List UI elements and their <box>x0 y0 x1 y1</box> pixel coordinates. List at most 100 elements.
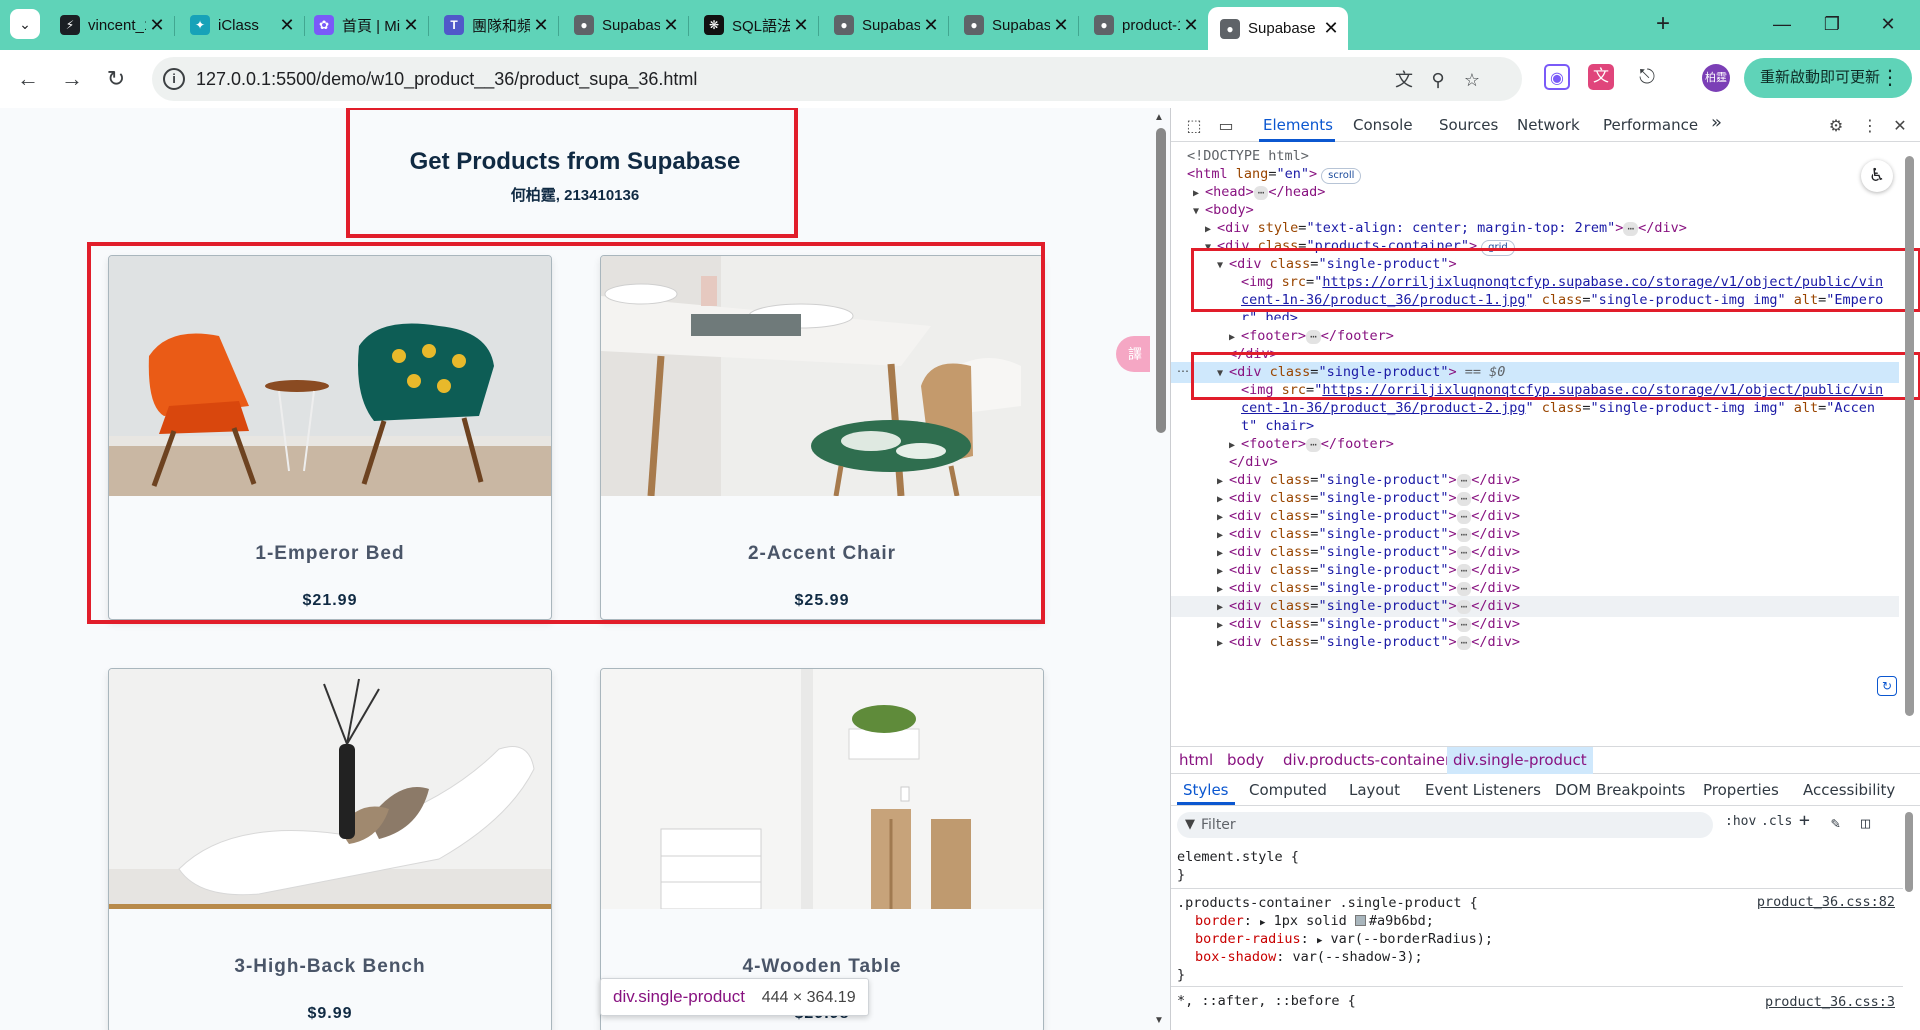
bookmark-star-icon[interactable]: ☆ <box>1460 68 1484 92</box>
browser-tab[interactable]: ● Supabase✕ <box>822 8 948 42</box>
dom-line[interactable]: ▶ <div class="single-product"> ⋯ </div> <box>1171 632 1899 653</box>
settings-gear-icon[interactable]: ⚙ <box>1825 115 1847 137</box>
tab-event-listeners[interactable]: Event Listeners <box>1425 781 1541 799</box>
close-tab-icon[interactable]: ✕ <box>276 15 298 36</box>
element-style-rule[interactable]: element.style { <box>1177 848 1299 866</box>
browser-tab[interactable]: ✦ iClass ✕ <box>178 8 304 42</box>
close-tab-icon[interactable]: ✕ <box>530 15 552 36</box>
breadcrumb-html[interactable]: html <box>1173 747 1219 774</box>
close-tab-icon[interactable]: ✕ <box>920 15 942 36</box>
styles-filter-input[interactable]: ▼ Filter <box>1177 812 1713 838</box>
browser-tab[interactable]: ● Supabase✕ <box>952 8 1078 42</box>
profile-avatar[interactable]: 柏霆 <box>1702 64 1730 92</box>
browser-tab[interactable]: ● Supabase✕ <box>1208 7 1348 50</box>
extension-lens-icon[interactable]: ◉ <box>1544 64 1570 90</box>
add-rule-icon[interactable]: + <box>1799 810 1810 831</box>
scroll-down-icon[interactable]: ▼ <box>1154 1015 1164 1026</box>
page-scrollbar[interactable]: ▲ ▼ <box>1150 108 1170 1030</box>
breadcrumb-container[interactable]: div.products-container <box>1277 747 1457 774</box>
close-tab-icon[interactable]: ✕ <box>1320 18 1342 39</box>
tab-accessibility[interactable]: Accessibility <box>1803 781 1895 799</box>
css-declaration[interactable]: box-shadow: var(--shadow-3); <box>1177 948 1423 966</box>
translate-pill-button[interactable]: 譯 <box>1116 336 1150 372</box>
ellipsis-icon[interactable]: ⋯ <box>1456 618 1472 632</box>
back-button[interactable]: ← <box>12 63 44 95</box>
breadcrumb-body[interactable]: body <box>1221 747 1270 774</box>
url-text[interactable]: 127.0.0.1:5500/demo/w10_product__36/prod… <box>196 69 697 90</box>
more-vert-icon[interactable]: ⋮ <box>1859 115 1881 137</box>
browser-tab[interactable]: ⚡ vincent_1r✕ <box>48 8 174 42</box>
minimize-button[interactable]: — <box>1762 8 1802 40</box>
rule-source-link[interactable]: product_36.css:82 <box>1757 894 1895 910</box>
browser-tab[interactable]: T 團隊和頻道✕ <box>432 8 558 42</box>
close-tab-icon[interactable]: ✕ <box>400 15 422 36</box>
product-card[interactable]: 4-Wooden Table $29.98 <box>600 668 1044 1030</box>
dom-scrollbar[interactable] <box>1899 146 1919 736</box>
expand-triangle-icon[interactable]: ▶ <box>1217 633 1229 654</box>
restore-button[interactable]: ❐ <box>1812 8 1852 40</box>
tab-layout[interactable]: Layout <box>1349 781 1400 799</box>
new-tab-button[interactable]: + <box>1648 10 1678 38</box>
ellipsis-icon[interactable]: ⋯ <box>1306 330 1321 344</box>
close-tab-icon[interactable]: ✕ <box>790 15 812 36</box>
close-tab-icon[interactable]: ✕ <box>660 15 682 36</box>
reload-button[interactable]: ↻ <box>100 63 132 95</box>
forward-button[interactable]: → <box>56 63 88 95</box>
scroll-thumb[interactable] <box>1156 128 1166 433</box>
browser-tab[interactable]: ● product-1 ✕ <box>1082 8 1208 42</box>
tab-computed[interactable]: Computed <box>1249 781 1327 799</box>
tab-elements[interactable]: Elements <box>1263 116 1333 134</box>
scroll-to-selected-icon[interactable]: ↻ <box>1877 676 1897 696</box>
toggle-sidebar-icon[interactable]: ◫ <box>1861 814 1870 832</box>
ellipsis-icon[interactable]: ⋯ <box>1456 564 1472 578</box>
rule-selector[interactable]: *, ::after, ::before { <box>1177 992 1356 1010</box>
rule-source-link[interactable]: product_36.css:3 <box>1765 994 1895 1010</box>
css-declaration[interactable]: border-radius: ▶ var(--borderRadius); <box>1177 930 1493 948</box>
ellipsis-icon[interactable]: ⋯ <box>1306 438 1321 452</box>
dom-scroll-thumb[interactable] <box>1905 156 1914 716</box>
close-tab-icon[interactable]: ✕ <box>1180 15 1202 36</box>
zoom-icon[interactable]: ⚲ <box>1426 68 1450 92</box>
browser-tab[interactable]: ❋ SQL語法範✕ <box>692 8 818 42</box>
accessibility-icon[interactable]: ♿ <box>1861 160 1893 192</box>
ellipsis-icon[interactable]: ⋯ <box>1253 186 1269 200</box>
browser-tab[interactable]: ✿ 首頁 | Mic✕ <box>302 8 428 42</box>
cls-toggle[interactable]: .cls <box>1761 814 1792 829</box>
ellipsis-icon[interactable]: ⋯ <box>1456 600 1472 614</box>
dom-line-more-icon[interactable]: ⋯ <box>1177 364 1189 378</box>
ellipsis-icon[interactable]: ⋯ <box>1456 582 1472 596</box>
more-tabs-icon[interactable]: » <box>1711 112 1722 133</box>
tab-sources[interactable]: Sources <box>1439 116 1498 134</box>
ellipsis-icon[interactable]: ⋯ <box>1456 474 1472 488</box>
hov-toggle[interactable]: :hov <box>1725 814 1756 829</box>
ellipsis-icon[interactable]: ⋯ <box>1623 222 1639 236</box>
extension-translate-icon[interactable]: 文 <box>1588 64 1614 90</box>
tab-search-button[interactable]: ⌄ <box>10 9 40 39</box>
css-declaration[interactable]: border: ▶ 1px solid #a9b6bd; <box>1177 912 1434 930</box>
paint-brush-icon[interactable]: ✎ <box>1831 814 1840 832</box>
color-swatch[interactable] <box>1354 915 1366 926</box>
tab-network[interactable]: Network <box>1517 116 1580 134</box>
tab-console[interactable]: Console <box>1353 116 1413 134</box>
styles-scroll-thumb[interactable] <box>1905 812 1913 892</box>
close-tab-icon[interactable]: ✕ <box>146 15 168 36</box>
device-toolbar-icon[interactable]: ▭ <box>1215 115 1237 137</box>
rule-selector[interactable]: .products-container .single-product { <box>1177 894 1478 912</box>
ellipsis-icon[interactable]: ⋯ <box>1456 492 1472 506</box>
img-src-link[interactable]: cent-1n-36/product_36/product-2.jpg <box>1241 400 1525 416</box>
scroll-up-icon[interactable]: ▲ <box>1154 112 1164 123</box>
extensions-puzzle-icon[interactable]: ⎋ <box>1634 64 1660 90</box>
tab-performance[interactable]: Performance <box>1603 116 1698 134</box>
translate-icon[interactable]: 文 <box>1392 68 1416 92</box>
close-window-button[interactable]: ✕ <box>1868 8 1908 40</box>
inspect-element-icon[interactable]: ⬚ <box>1183 115 1205 137</box>
ellipsis-icon[interactable]: ⋯ <box>1456 528 1472 542</box>
breadcrumb-single-product[interactable]: div.single-product <box>1447 747 1593 774</box>
product-card[interactable]: 3-High-Back Bench $9.99 <box>108 668 552 1030</box>
tab-dom-breakpoints[interactable]: DOM Breakpoints <box>1555 781 1685 799</box>
browser-tab[interactable]: ● Supabase✕ <box>562 8 688 42</box>
site-info-icon[interactable]: i <box>163 68 185 90</box>
update-button[interactable]: 重新啟動即可更新 ⋮ <box>1744 58 1912 98</box>
ellipsis-icon[interactable]: ⋯ <box>1456 636 1472 650</box>
ellipsis-icon[interactable]: ⋯ <box>1456 546 1472 560</box>
